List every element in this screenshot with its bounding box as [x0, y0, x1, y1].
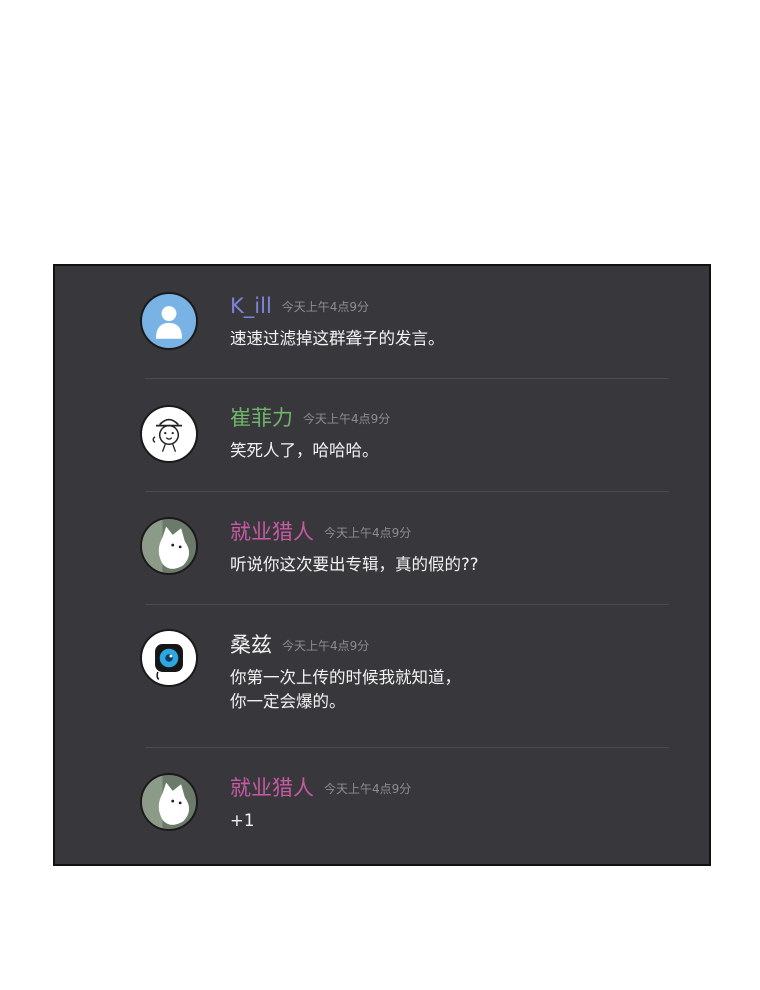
message-username[interactable]: K_ill 今天上午4点9分: [230, 294, 369, 319]
username-label: 崔菲力: [230, 406, 293, 430]
message-timestamp: 今天上午4点9分: [282, 639, 370, 653]
message-text: 听说你这次要出专辑，真的假的??: [230, 555, 479, 574]
message-divider: [145, 747, 669, 748]
message-username[interactable]: 就业猎人 今天上午4点9分: [230, 776, 411, 801]
blue-eye-avatar[interactable]: [140, 629, 198, 687]
default-user-avatar[interactable]: [140, 292, 198, 350]
message-divider: [145, 491, 669, 492]
cat-icon: [142, 519, 196, 573]
message-divider: [145, 378, 669, 379]
message-username[interactable]: 就业猎人 今天上午4点9分: [230, 520, 411, 545]
message-text-line: 你第一次上传的时候我就知道，: [230, 668, 461, 687]
username-label: K_ill: [230, 294, 272, 318]
doodle-face-icon: [142, 407, 196, 461]
message-timestamp: 今天上午4点9分: [303, 412, 391, 426]
cat-icon: [142, 775, 196, 829]
message-text: +1: [230, 811, 255, 830]
message-timestamp: 今天上午4点9分: [281, 300, 370, 314]
user-silhouette-icon: [142, 294, 196, 348]
message-divider: [145, 604, 669, 605]
message-username[interactable]: 崔菲力 今天上午4点9分: [230, 406, 390, 431]
message-timestamp: 今天上午4点9分: [324, 526, 412, 540]
username-label: 桑兹: [230, 633, 272, 657]
message-text-line: 你一定会爆的。: [230, 692, 346, 711]
message-timestamp: 今天上午4点9分: [324, 782, 412, 796]
message-text: 笑死人了，哈哈哈。: [230, 441, 379, 460]
white-cat-avatar[interactable]: [140, 517, 198, 575]
message-text: 速速过滤掉这群聋子的发言。: [230, 329, 445, 348]
white-cat-avatar[interactable]: [140, 773, 198, 831]
eye-icon: [142, 631, 196, 685]
message-username[interactable]: 桑兹 今天上午4点9分: [230, 633, 369, 658]
username-label: 就业猎人: [230, 776, 314, 800]
doodle-face-with-hat-avatar[interactable]: [140, 405, 198, 463]
username-label: 就业猎人: [230, 520, 314, 544]
chat-panel: K_ill 今天上午4点9分 速速过滤掉这群聋子的发言。 崔菲力 今天上午4点9分 …: [53, 264, 711, 866]
